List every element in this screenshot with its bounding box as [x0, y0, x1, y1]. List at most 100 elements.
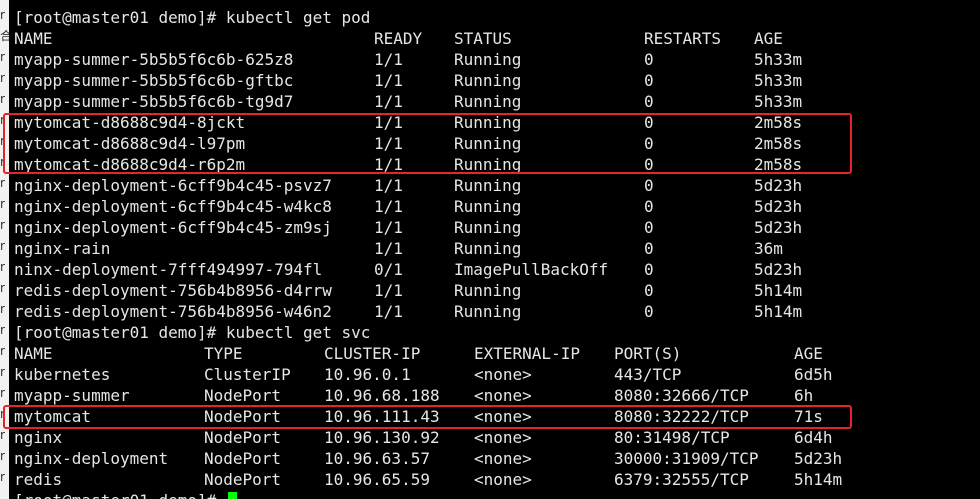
- table-cell: 0: [644, 239, 654, 258]
- table-cell: Running: [454, 197, 522, 216]
- pod-row: myapp-summer-5b5b5f6c6b-625z8 1/1 Running 0…: [14, 49, 980, 70]
- strip-glyph: r: [0, 50, 5, 64]
- table-cell: Running: [454, 239, 522, 258]
- table-cell: <none>: [474, 470, 532, 489]
- table-cell: Running: [454, 302, 522, 321]
- command-line-get-svc: [root@master01 demo]# kubectl get svc: [14, 322, 980, 343]
- service-row: myapp-summer NodePort 10.96.68.188 <none> 80…: [14, 385, 980, 406]
- column-header: READY: [374, 29, 423, 48]
- table-cell: Running: [454, 50, 522, 69]
- table-cell: 10.96.68.188: [324, 386, 440, 405]
- table-cell: 1/1: [374, 50, 403, 69]
- table-cell: ClusterIP: [204, 365, 291, 384]
- table-cell: 10.96.0.1: [324, 365, 411, 384]
- table-cell: redis: [14, 470, 63, 489]
- table-cell: Running: [454, 281, 522, 300]
- pod-header-row: NAME READY STATUS RESTARTS AGE: [14, 28, 980, 49]
- table-cell: Running: [454, 92, 522, 111]
- table-cell: 0: [644, 176, 654, 195]
- table-cell: nginx-deployment-6cff9b4c45-zm9sj: [14, 218, 332, 237]
- strip-glyph: r: [0, 92, 5, 106]
- column-header: STATUS: [454, 29, 512, 48]
- strip-glyph: r: [0, 323, 5, 337]
- highlight-box-mytomcat-service: [3, 405, 852, 429]
- table-cell: myapp-summer-5b5b5f6c6b-tg9d7: [14, 92, 294, 111]
- table-cell: 80:31498/TCP: [614, 428, 730, 447]
- table-cell: <none>: [474, 386, 532, 405]
- table-cell: 1/1: [374, 92, 403, 111]
- table-cell: Running: [454, 218, 522, 237]
- table-cell: 0: [644, 50, 654, 69]
- table-cell: NodePort: [204, 428, 282, 447]
- table-cell: 0: [644, 92, 654, 111]
- terminal-window[interactable]: r合rrrrrrrrrrrrrrrrrrrrr [root@master01 d…: [0, 0, 980, 499]
- strip-glyph: r: [0, 197, 5, 211]
- column-header: NAME: [14, 29, 53, 48]
- table-cell: <none>: [474, 449, 532, 468]
- column-header: AGE: [754, 29, 783, 48]
- table-cell: redis-deployment-756b4b8956-d4rrw: [14, 281, 332, 300]
- table-cell: 1/1: [374, 218, 403, 237]
- table-cell: 1/1: [374, 302, 403, 321]
- strip-glyph: r: [0, 428, 5, 442]
- strip-glyph: r: [0, 176, 5, 190]
- strip-glyph: r: [0, 302, 5, 316]
- column-header: EXTERNAL-IP: [474, 344, 580, 363]
- pod-row: ninx-deployment-7fff494997-794fl 0/1 Image…: [14, 259, 980, 280]
- table-cell: 5d23h: [754, 218, 803, 237]
- table-cell: nginx-deployment: [14, 449, 169, 468]
- table-cell: 6d4h: [794, 428, 833, 447]
- table-cell: 0: [644, 260, 654, 279]
- column-header: CLUSTER-IP: [324, 344, 421, 363]
- table-cell: 1/1: [374, 239, 403, 258]
- table-cell: 1/1: [374, 71, 403, 90]
- command-line-current[interactable]: [root@master01 demo]#: [14, 490, 980, 499]
- prompt-text: [root@master01 demo]# kubectl get svc: [14, 323, 371, 342]
- table-cell: NodePort: [204, 386, 282, 405]
- strip-glyph: r: [0, 344, 5, 358]
- strip-glyph: r: [0, 470, 5, 484]
- pod-row: nginx-deployment-6cff9b4c45-w4kc8 1/1 Runn…: [14, 196, 980, 217]
- service-row: nginx-deployment NodePort 10.96.63.57 <none…: [14, 448, 980, 469]
- table-cell: 6d5h: [794, 365, 833, 384]
- table-cell: 10.96.130.92: [324, 428, 440, 447]
- cursor: [227, 492, 237, 499]
- column-header: NAME: [14, 344, 53, 363]
- service-row: nginx NodePort 10.96.130.92 <none> 80:31498/…: [14, 427, 980, 448]
- table-cell: 5d23h: [754, 197, 803, 216]
- table-cell: 8080:32666/TCP: [614, 386, 749, 405]
- table-cell: nginx-deployment-6cff9b4c45-w4kc8: [14, 197, 332, 216]
- pod-row: myapp-summer-5b5b5f6c6b-gftbc 1/1 Running 0…: [14, 70, 980, 91]
- table-cell: 5d23h: [754, 176, 803, 195]
- column-header: RESTARTS: [644, 29, 722, 48]
- table-cell: Running: [454, 176, 522, 195]
- table-cell: 1/1: [374, 176, 403, 195]
- table-cell: nginx: [14, 428, 63, 447]
- table-cell: redis-deployment-756b4b8956-w46n2: [14, 302, 332, 321]
- pod-row: redis-deployment-756b4b8956-w46n2 1/1 Runn…: [14, 301, 980, 322]
- prompt-input[interactable]: [root@master01 demo]#: [14, 490, 237, 499]
- table-cell: myapp-summer-5b5b5f6c6b-625z8: [14, 50, 294, 69]
- strip-glyph: r: [0, 281, 5, 295]
- table-cell: NodePort: [204, 470, 282, 489]
- strip-glyph: r: [0, 449, 5, 463]
- table-cell: Running: [454, 71, 522, 90]
- strip-glyph: r: [0, 218, 5, 232]
- table-cell: 6h: [794, 386, 814, 405]
- table-cell: 443/TCP: [614, 365, 682, 384]
- table-cell: 5h14m: [754, 281, 803, 300]
- table-cell: 6379:32555/TCP: [614, 470, 749, 489]
- table-cell: 0: [644, 281, 654, 300]
- table-cell: 5h14m: [794, 470, 843, 489]
- table-cell: 0/1: [374, 260, 403, 279]
- pod-row: redis-deployment-756b4b8956-d4rrw 1/1 Runn…: [14, 280, 980, 301]
- column-header: AGE: [794, 344, 823, 363]
- table-cell: <none>: [474, 365, 532, 384]
- table-cell: nginx-deployment-6cff9b4c45-psvz7: [14, 176, 332, 195]
- strip-glyph: r: [0, 239, 5, 253]
- pod-row: myapp-summer-5b5b5f6c6b-tg9d7 1/1 Running 0…: [14, 91, 980, 112]
- table-cell: ninx-deployment-7fff494997-794fl: [14, 260, 323, 279]
- table-cell: 0: [644, 197, 654, 216]
- table-cell: kubernetes: [14, 365, 111, 384]
- table-cell: 0: [644, 218, 654, 237]
